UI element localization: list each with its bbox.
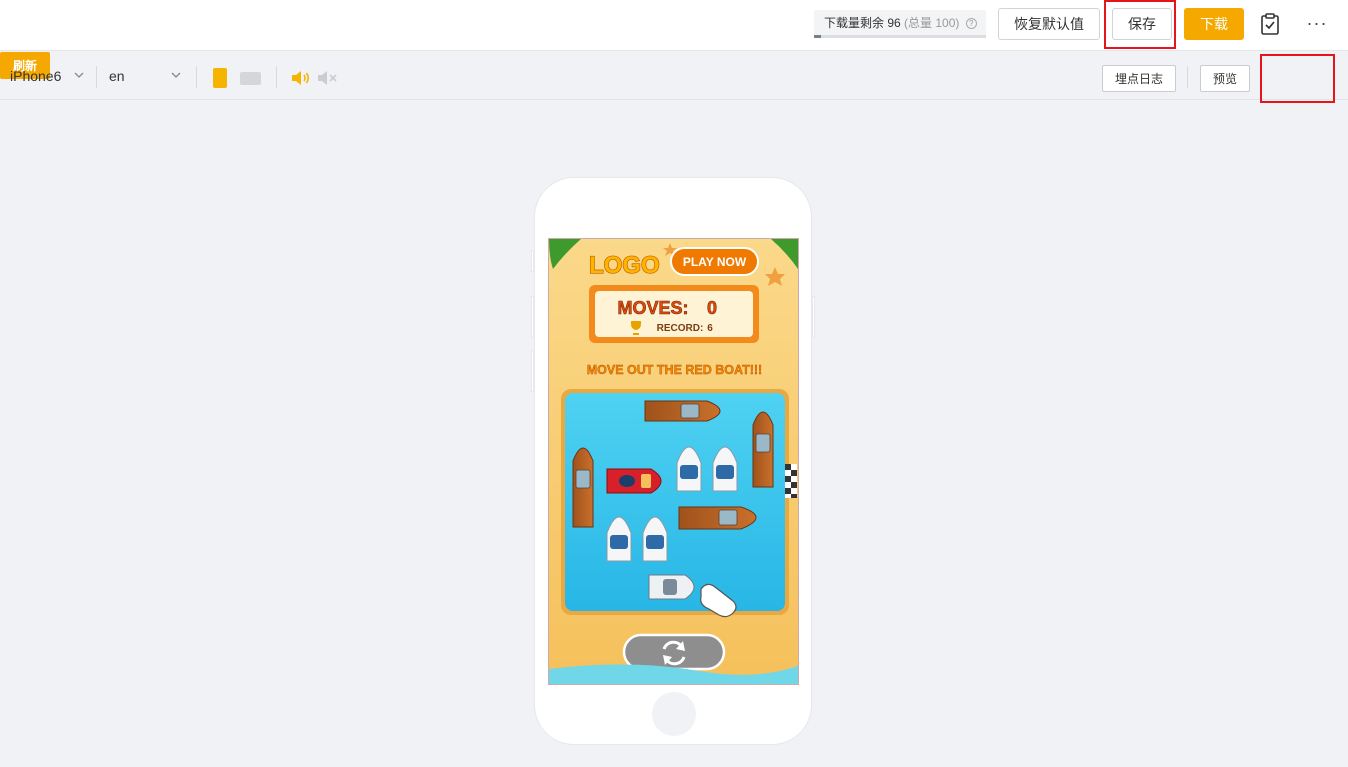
- game-canvas[interactable]: LOGO PLAY NOW MOVES: 0 RECORD: 6 MOVE OU…: [549, 239, 799, 685]
- red-target-boat[interactable]: [606, 468, 662, 494]
- landscape-orientation-icon[interactable]: [240, 72, 261, 85]
- wooden-boat[interactable]: [752, 411, 774, 488]
- toolbar-divider: [276, 66, 277, 88]
- portrait-orientation-icon[interactable]: [213, 68, 227, 88]
- play-now-label: PLAY NOW: [683, 255, 747, 269]
- record-value: 6: [707, 323, 713, 334]
- wooden-boat[interactable]: [678, 506, 757, 530]
- quota-progress-fill: [814, 35, 821, 38]
- phone-power-key: [812, 296, 815, 338]
- white-speedboat[interactable]: [648, 574, 695, 600]
- chevron-down-icon: [74, 72, 84, 78]
- toolbar-divider: [96, 66, 97, 88]
- preview-toolbar: iPhone6 en 埋点日志 预览 刷新: [0, 52, 1348, 100]
- instruction-text: MOVE OUT THE RED BOAT!!!: [587, 363, 762, 377]
- save-button[interactable]: 保存: [1112, 8, 1172, 40]
- download-button[interactable]: 下载: [1184, 8, 1244, 40]
- restore-defaults-button[interactable]: 恢复默认值: [998, 8, 1100, 40]
- wooden-boat[interactable]: [572, 447, 594, 528]
- clipboard-check-icon[interactable]: [1261, 13, 1279, 35]
- reset-button[interactable]: [622, 633, 726, 671]
- quota-progress-bar: [814, 35, 986, 38]
- game-logo: LOGO: [589, 252, 660, 279]
- device-select[interactable]: iPhone6: [10, 64, 88, 88]
- game-preview-screen[interactable]: LOGO PLAY NOW MOVES: 0 RECORD: 6 MOVE OU…: [548, 238, 799, 685]
- tracking-log-button[interactable]: 埋点日志: [1102, 65, 1176, 92]
- wooden-boat[interactable]: [644, 400, 721, 422]
- phone-home-button: [652, 692, 696, 736]
- toolbar-divider: [1187, 66, 1188, 88]
- chevron-down-icon: [171, 72, 181, 78]
- phone-mute-key: [531, 250, 534, 272]
- phone-frame: LOGO PLAY NOW MOVES: 0 RECORD: 6 MOVE OU…: [531, 177, 815, 745]
- sound-muted-icon[interactable]: [317, 70, 339, 86]
- preview-button[interactable]: 预览: [1200, 65, 1250, 92]
- language-select[interactable]: en: [109, 64, 185, 88]
- download-quota: 下载量剩余 96 (总量 100) ?: [814, 10, 986, 38]
- moves-panel: MOVES: 0 RECORD: 6: [589, 285, 759, 343]
- moves-value: 0: [707, 298, 717, 318]
- play-now-button[interactable]: PLAY NOW: [670, 247, 759, 276]
- more-options-icon[interactable]: ···: [1303, 10, 1331, 38]
- sound-on-icon[interactable]: [291, 70, 311, 86]
- language-select-value: en: [109, 68, 125, 84]
- toolbar-divider: [196, 66, 197, 88]
- quota-total: (总量 100): [904, 16, 960, 30]
- quota-remaining: 下载量剩余 96: [824, 16, 901, 30]
- phone-volume-down-key: [531, 350, 534, 392]
- record-label: RECORD:: [657, 323, 704, 334]
- moves-label: MOVES:: [617, 298, 688, 318]
- top-bar: 下载量剩余 96 (总量 100) ? 恢复默认值 保存 下载 ···: [0, 0, 1348, 51]
- quota-text: 下载量剩余 96 (总量 100) ?: [824, 14, 977, 31]
- phone-volume-up-key: [531, 296, 534, 338]
- device-select-value: iPhone6: [10, 68, 62, 84]
- help-icon[interactable]: ?: [965, 18, 977, 29]
